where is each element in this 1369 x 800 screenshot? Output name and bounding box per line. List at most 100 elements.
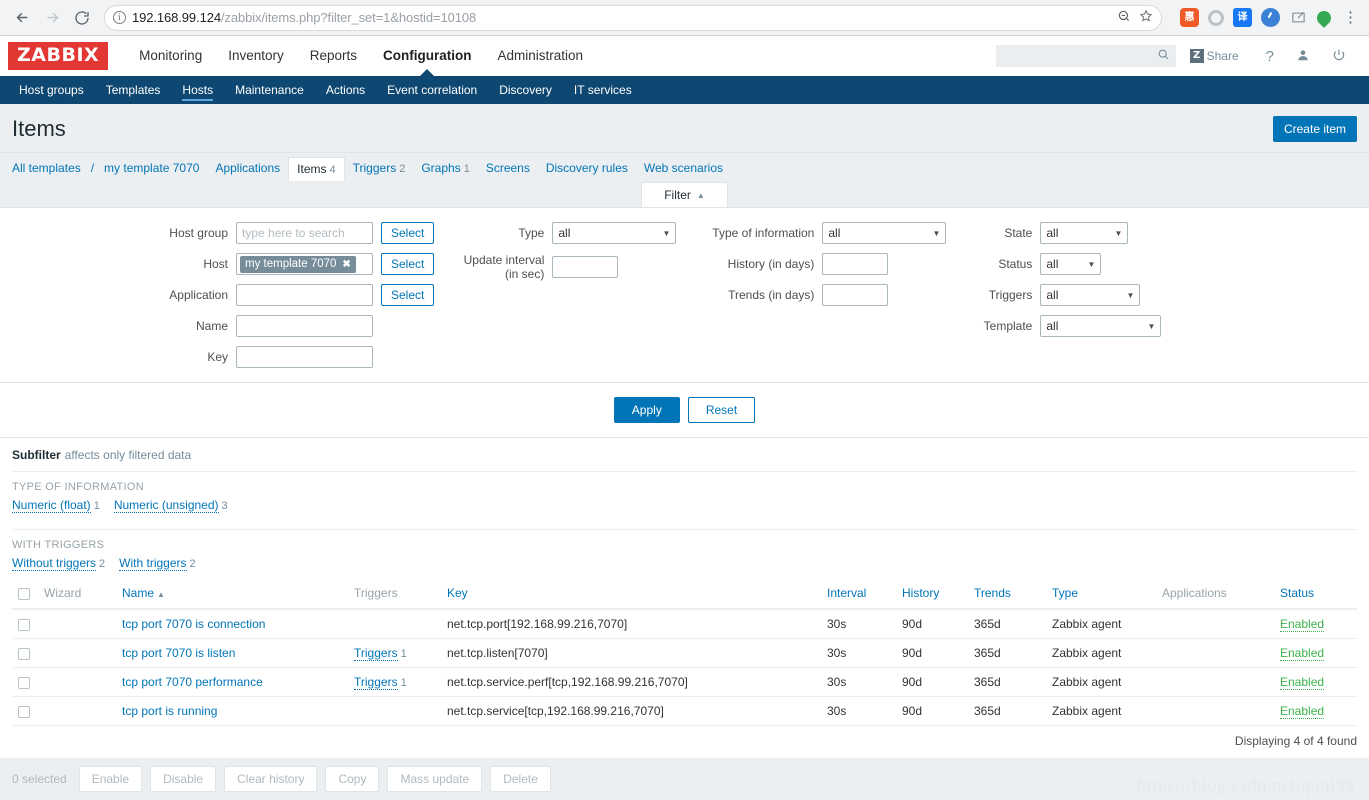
template-dropdown[interactable]: all ▼: [1040, 315, 1162, 337]
search-input[interactable]: [1001, 48, 1157, 64]
trends-input[interactable]: [822, 284, 889, 306]
item-name-link[interactable]: tcp port 7070 is listen: [122, 646, 235, 660]
create-item-button[interactable]: Create item: [1272, 116, 1357, 142]
apply-button[interactable]: Apply: [613, 397, 680, 423]
row-triggers-cell[interactable]: Triggers 1: [348, 638, 441, 668]
zabbix-logo[interactable]: ZABBIX: [8, 42, 109, 70]
row-select-cell[interactable]: [12, 609, 38, 639]
row-checkbox[interactable]: [18, 676, 30, 689]
row-checkbox[interactable]: [18, 618, 30, 631]
column-status[interactable]: Status: [1274, 578, 1357, 610]
status-badge[interactable]: Enabled: [1280, 646, 1325, 661]
column-trends[interactable]: Trends: [968, 578, 1046, 610]
status-dropdown[interactable]: all ▼: [1040, 253, 1102, 275]
column-interval[interactable]: Interval: [821, 578, 896, 610]
clock-extension-icon[interactable]: [1261, 8, 1280, 27]
star-icon[interactable]: [1139, 9, 1153, 26]
subfilter-item[interactable]: Numeric (unsigned) 3: [113, 498, 228, 513]
subfilter-link-numeric-unsigned[interactable]: Numeric (unsigned): [113, 498, 219, 513]
location-extension-icon[interactable]: [1317, 9, 1331, 27]
row-status-cell[interactable]: Enabled: [1274, 638, 1357, 668]
item-name-link[interactable]: tcp port 7070 is connection: [122, 617, 265, 631]
subnav-hosts[interactable]: Hosts: [171, 76, 224, 104]
application-input[interactable]: [236, 284, 373, 306]
row-name-cell[interactable]: tcp port 7070 performance: [116, 667, 348, 697]
tab-web-scenarios[interactable]: Web scenarios: [636, 161, 731, 175]
subfilter-item[interactable]: Without triggers 2: [12, 556, 105, 571]
row-status-cell[interactable]: Enabled: [1274, 609, 1357, 639]
history-input[interactable]: [822, 253, 889, 275]
nav-monitoring[interactable]: Monitoring: [126, 36, 215, 76]
kebab-menu-icon[interactable]: ⋮: [1340, 10, 1361, 25]
global-search[interactable]: [995, 45, 1176, 67]
enable-button[interactable]: Enable: [78, 766, 143, 792]
nav-administration[interactable]: Administration: [485, 36, 597, 76]
clear-history-button[interactable]: Clear history: [224, 766, 318, 792]
host-group-input[interactable]: [236, 222, 373, 244]
subfilter-link-without-triggers[interactable]: Without triggers: [12, 556, 97, 571]
share-button[interactable]: Z Share: [1189, 49, 1239, 63]
state-dropdown[interactable]: all ▼: [1040, 222, 1129, 244]
table-row[interactable]: tcp port 7070 is connection net.tcp.port…: [12, 609, 1357, 639]
subnav-discovery[interactable]: Discovery: [488, 76, 563, 104]
breadcrumb-template[interactable]: my template 7070: [96, 161, 207, 175]
hui-extension-icon[interactable]: 惠: [1180, 8, 1199, 27]
triggers-dropdown[interactable]: all ▼: [1040, 284, 1141, 306]
table-row[interactable]: tcp port 7070 performance Triggers 1 net.…: [12, 667, 1357, 697]
breadcrumb-all-templates[interactable]: All templates: [12, 161, 89, 175]
subnav-host-groups[interactable]: Host groups: [8, 76, 95, 104]
type-of-information-dropdown[interactable]: all ▼: [822, 222, 947, 244]
row-checkbox[interactable]: [18, 705, 30, 718]
table-row[interactable]: tcp port 7070 is listen Triggers 1 net.tc…: [12, 638, 1357, 668]
tab-applications[interactable]: Applications: [207, 161, 288, 175]
status-badge[interactable]: Enabled: [1280, 704, 1325, 719]
tab-screens[interactable]: Screens: [478, 161, 538, 175]
back-arrow-icon[interactable]: [8, 4, 36, 32]
table-row[interactable]: tcp port is running net.tcp.service[tcp,…: [12, 696, 1357, 726]
nav-configuration[interactable]: Configuration: [370, 36, 484, 77]
filter-toggle-tab[interactable]: Filter ▲: [641, 182, 728, 207]
tab-discovery-rules[interactable]: Discovery rules: [538, 161, 636, 175]
subfilter-link-numeric-float[interactable]: Numeric (float): [12, 498, 91, 513]
host-multiselect[interactable]: my template 7070 ✖: [236, 253, 373, 275]
tab-graphs[interactable]: Graphs 1: [413, 161, 477, 175]
item-name-link[interactable]: tcp port 7070 performance: [122, 675, 263, 689]
row-name-cell[interactable]: tcp port 7070 is listen: [116, 638, 348, 668]
host-group-select-button[interactable]: Select: [381, 222, 435, 244]
row-name-cell[interactable]: tcp port is running: [116, 696, 348, 726]
type-dropdown[interactable]: all ▼: [552, 222, 677, 244]
search-icon[interactable]: [1157, 48, 1170, 64]
host-select-button[interactable]: Select: [381, 253, 435, 275]
ring-extension-icon[interactable]: [1208, 9, 1224, 26]
host-token[interactable]: my template 7070 ✖: [240, 255, 356, 273]
delete-button[interactable]: Delete: [490, 766, 551, 792]
update-interval-input[interactable]: [552, 256, 619, 278]
subfilter-item[interactable]: Numeric (float) 1: [12, 498, 100, 513]
item-name-link[interactable]: tcp port is running: [122, 704, 217, 718]
copy-button[interactable]: Copy: [325, 766, 380, 792]
user-icon[interactable]: [1296, 48, 1310, 65]
row-select-cell[interactable]: [12, 696, 38, 726]
tab-items[interactable]: Items 4: [288, 156, 345, 181]
disable-button[interactable]: Disable: [150, 766, 217, 792]
status-badge[interactable]: Enabled: [1280, 617, 1325, 632]
reload-icon[interactable]: [68, 4, 96, 32]
zoom-out-icon[interactable]: [1117, 9, 1131, 26]
key-input[interactable]: [236, 346, 373, 368]
column-history[interactable]: History: [896, 578, 968, 610]
row-select-cell[interactable]: [12, 667, 38, 697]
column-key[interactable]: Key: [441, 578, 821, 610]
reset-button[interactable]: Reset: [687, 397, 756, 423]
column-name[interactable]: Name ▲: [116, 578, 348, 610]
mass-update-button[interactable]: Mass update: [387, 766, 483, 792]
select-all-checkbox[interactable]: [18, 587, 30, 600]
column-type[interactable]: Type: [1046, 578, 1156, 610]
status-badge[interactable]: Enabled: [1280, 675, 1325, 690]
subfilter-item[interactable]: With triggers 2: [119, 556, 196, 571]
application-select-button[interactable]: Select: [381, 284, 435, 306]
subnav-event-correlation[interactable]: Event correlation: [376, 76, 488, 104]
subnav-it-services[interactable]: IT services: [563, 76, 643, 104]
row-select-cell[interactable]: [12, 638, 38, 668]
triggers-link[interactable]: Triggers: [354, 675, 398, 690]
triggers-link[interactable]: Triggers: [354, 646, 398, 661]
